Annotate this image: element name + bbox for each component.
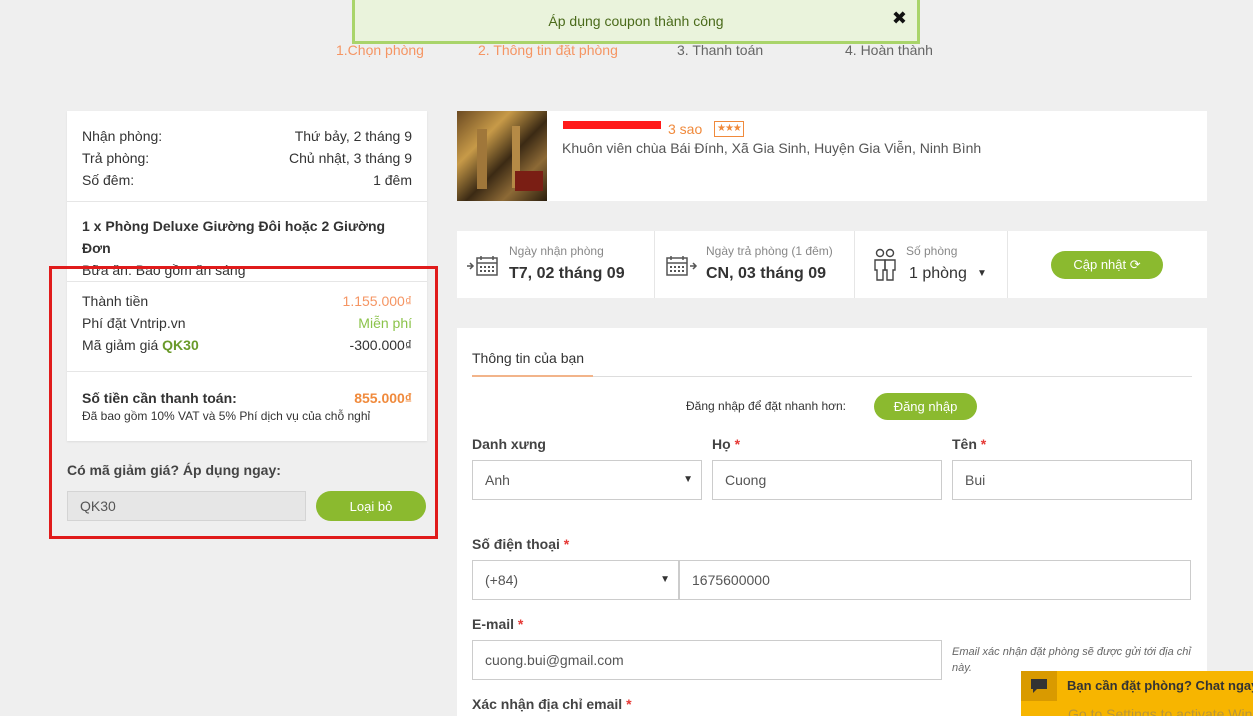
checkin-date-value: T7, 02 tháng 09 (509, 265, 625, 282)
dropdown-arrow-icon: ▼ (660, 574, 670, 585)
checkout-value: Chủ nhật, 3 tháng 9 (289, 150, 412, 166)
fee-value: Miễn phí (358, 315, 412, 331)
checkin-label: Nhận phòng: (82, 128, 163, 144)
step-booking-info[interactable]: 2. Thông tin đặt phòng (478, 42, 618, 58)
total-label: Số tiền cần thanh toán: (82, 390, 237, 406)
hotel-card: 3 sao ★★★ Khuôn viên chùa Bái Đính, Xã G… (457, 111, 1207, 201)
meal-info: Bữa ăn: Bao gồm ăn sáng (82, 262, 246, 278)
hotel-photo[interactable] (457, 111, 547, 201)
success-toast: Áp dụng coupon thành công ✖ (352, 0, 920, 44)
remove-coupon-button[interactable]: Loại bỏ (316, 491, 426, 521)
lastname-label: Họ * (712, 436, 741, 452)
room-title: 1 x Phòng Deluxe Giường Đôi hoặc 2 Giườn… (82, 218, 386, 256)
chat-text: Bạn cần đặt phòng? Chat ngay (1067, 678, 1253, 693)
total-value: 855.000₫ (354, 390, 412, 406)
lastname-input[interactable]: Cuong (712, 460, 942, 500)
star-rating-icon: ★★★ (714, 121, 744, 137)
firstname-input[interactable]: Bui (952, 460, 1192, 500)
phone-label: Số điện thoại * (472, 536, 570, 552)
guest-info-form: Thông tin của bạn Đăng nhập để đặt nhanh… (457, 328, 1207, 716)
checkin-value: Thứ bảy, 2 tháng 9 (294, 128, 412, 144)
discount-label: Mã giảm giá QK30 (82, 337, 199, 353)
room-section: 1 x Phòng Deluxe Giường Đôi hoặc 2 Giườn… (67, 202, 427, 282)
dropdown-arrow-icon: ▼ (977, 268, 987, 279)
coupon-title: Có mã giảm giá? Áp dụng ngay: (67, 462, 281, 478)
vat-note: Đã bao gồm 10% VAT và 5% Phí dịch vụ của… (82, 409, 371, 423)
subtotal-value: 1.155.000₫ (342, 293, 412, 309)
nights-value: 1 đêm (373, 172, 412, 188)
calendar-icon (467, 256, 498, 276)
hotel-stars-text: 3 sao (668, 121, 703, 137)
confirm-email-label: Xác nhận địa chỉ email * (472, 696, 632, 712)
windows-watermark: Go to Settings to activate Windows. (1068, 706, 1253, 716)
tab-underline (472, 375, 593, 377)
people-icon (874, 248, 896, 281)
tab-guest-info[interactable]: Thông tin của bạn (472, 350, 584, 366)
discount-value: -300.000₫ (349, 337, 412, 353)
checkin-date-label: Ngày nhận phòng (509, 244, 604, 258)
fee-label: Phí đặt Vntrip.vn (82, 315, 186, 331)
update-button[interactable]: Cập nhật ⟳ (1051, 251, 1163, 279)
checkin-date-picker[interactable]: Ngày nhận phòng T7, 02 tháng 09 (457, 231, 655, 298)
stay-dates-section: Nhận phòng: Thứ bảy, 2 tháng 9 Trả phòng:… (67, 111, 427, 202)
phone-input[interactable]: 1675600000 (679, 560, 1191, 600)
price-section: Thành tiền 1.155.000₫ Phí đặt Vntrip.vn Mi… (67, 282, 427, 372)
toast-message: Áp dụng coupon thành công (548, 12, 724, 29)
subtotal-label: Thành tiền (82, 293, 149, 309)
booking-summary: Nhận phòng: Thứ bảy, 2 tháng 9 Trả phòng:… (67, 111, 427, 441)
login-hint: Đăng nhập để đặt nhanh hơn: (686, 399, 847, 413)
checkout-label: Trả phòng: (82, 150, 150, 166)
step-payment: 3. Thanh toán (677, 42, 764, 58)
checkout-date-picker[interactable]: Ngày trả phòng (1 đêm) CN, 03 tháng 09 (655, 231, 855, 298)
checkout-date-label: Ngày trả phòng (1 đêm) (706, 244, 833, 258)
rooms-value: 1 phòng (909, 265, 967, 282)
login-button[interactable]: Đăng nhập (874, 393, 977, 420)
step-choose-room[interactable]: 1.Chọn phòng (336, 42, 424, 58)
salutation-select[interactable]: Anh ▼ (472, 460, 702, 500)
discount-code: QK30 (162, 337, 199, 353)
search-bar: Ngày nhận phòng T7, 02 tháng 09 Ngày trả… (457, 231, 1207, 298)
hotel-name-redacted (563, 121, 661, 129)
coupon-input[interactable]: QK30 (67, 491, 306, 521)
booking-steps: 1.Chọn phòng 2. Thông tin đặt phòng 3. T… (0, 42, 1253, 62)
dropdown-arrow-icon: ▼ (683, 474, 693, 485)
phone-code-select[interactable]: (+84) ▼ (472, 560, 679, 600)
email-input[interactable]: cuong.bui@gmail.com (472, 640, 942, 680)
calendar-icon (666, 256, 698, 276)
salutation-label: Danh xưng (472, 436, 546, 452)
chat-icon (1021, 671, 1057, 701)
close-icon[interactable]: ✖ (892, 8, 907, 29)
nights-label: Số đêm: (82, 172, 135, 188)
hotel-address: Khuôn viên chùa Bái Đính, Xã Gia Sinh, H… (562, 140, 982, 156)
rooms-label: Số phòng (906, 244, 958, 258)
step-complete: 4. Hoàn thành (845, 42, 933, 58)
checkout-date-value: CN, 03 tháng 09 (706, 265, 827, 282)
total-section: Số tiền cần thanh toán: 855.000₫ Đã bao g… (67, 372, 427, 441)
firstname-label: Tên * (952, 436, 987, 452)
email-label: E-mail * (472, 616, 524, 632)
rooms-selector[interactable]: Số phòng 1 phòng ▼ (855, 231, 1008, 298)
